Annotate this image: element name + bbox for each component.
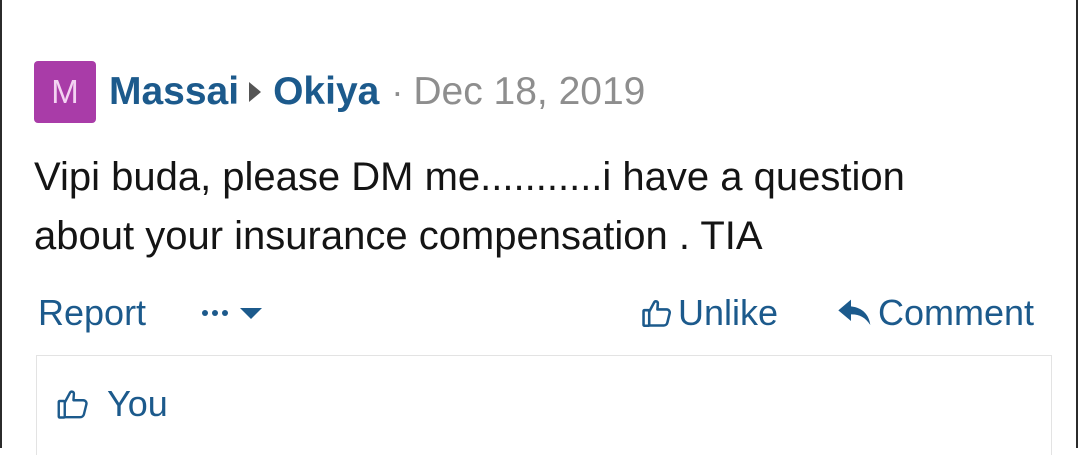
thumbs-up-icon xyxy=(55,386,91,422)
comment-button[interactable]: Comment xyxy=(836,288,1034,338)
author-link[interactable]: Massai xyxy=(109,70,239,114)
page-frame: M Massai Okiya · Dec 18, 2019 Vipi buda,… xyxy=(0,0,1080,455)
message-line-2: about your insurance compensation . TIA xyxy=(34,214,763,258)
reply-arrow-icon xyxy=(836,297,874,329)
likes-user-link[interactable]: You xyxy=(107,383,168,425)
message-line-1: Vipi buda, please DM me...........i have… xyxy=(34,155,905,199)
likes-summary: You xyxy=(36,355,1052,455)
thumbs-up-icon xyxy=(640,296,674,330)
post-actions: Report Unlike Comment xyxy=(2,288,1080,338)
comment-label: Comment xyxy=(878,292,1035,333)
post-date[interactable]: Dec 18, 2019 xyxy=(413,70,645,114)
post-header: M Massai Okiya · Dec 18, 2019 xyxy=(34,61,645,123)
unlike-button[interactable]: Unlike xyxy=(640,288,778,338)
likes-list[interactable]: You xyxy=(55,382,168,426)
caret-down-icon xyxy=(240,307,262,319)
report-label: Report xyxy=(38,292,147,333)
more-dots-icon xyxy=(202,310,228,316)
more-options-button[interactable] xyxy=(202,288,262,338)
report-button[interactable]: Report xyxy=(38,288,146,338)
unlike-label: Unlike xyxy=(678,292,779,333)
meta-separator: · xyxy=(391,71,404,112)
avatar[interactable]: M xyxy=(34,61,96,123)
caret-right-icon xyxy=(249,82,262,102)
recipient-link[interactable]: Okiya xyxy=(273,70,379,114)
post-message: Vipi buda, please DM me...........i have… xyxy=(34,148,1044,266)
